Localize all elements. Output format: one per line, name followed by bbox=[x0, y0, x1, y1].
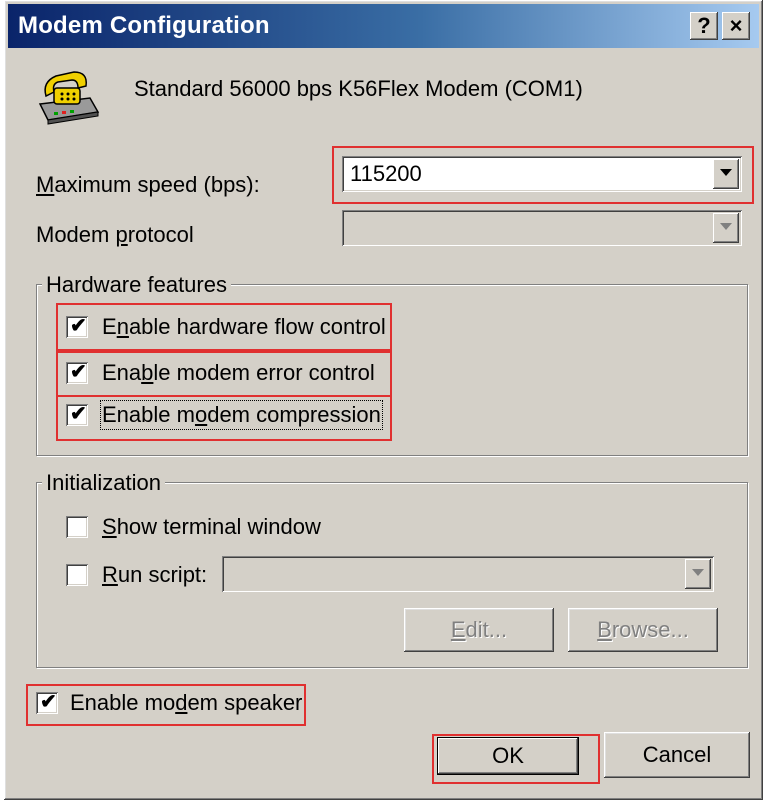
hardware-flow-check[interactable]: ✔ bbox=[66, 315, 88, 338]
hardware-flow-label[interactable]: Enable hardware flow control bbox=[102, 314, 386, 340]
show-terminal-label[interactable]: Show terminal window bbox=[102, 514, 321, 540]
run-script-select[interactable] bbox=[222, 556, 714, 592]
show-terminal-check[interactable] bbox=[66, 516, 88, 538]
title-bar[interactable]: Modem Configuration ? × bbox=[8, 4, 759, 48]
modem-speaker-check[interactable]: ✔ bbox=[36, 691, 58, 714]
checkmark-icon: ✔ bbox=[40, 691, 57, 713]
chevron-down-icon bbox=[692, 569, 704, 576]
run-script-label[interactable]: Run script: bbox=[102, 562, 207, 588]
modem-error-label[interactable]: Enable modem error control bbox=[102, 360, 375, 386]
modem-error-check[interactable]: ✔ bbox=[66, 361, 88, 384]
help-button[interactable]: ? bbox=[690, 12, 718, 40]
chevron-down-icon bbox=[720, 169, 732, 176]
run-script-check[interactable] bbox=[66, 564, 88, 586]
run-script-dropdown-button[interactable] bbox=[685, 559, 711, 589]
checkmark-icon: ✔ bbox=[70, 315, 87, 337]
checkmark-icon: ✔ bbox=[70, 403, 87, 425]
edit-button[interactable]: Edit... bbox=[404, 608, 554, 652]
max-speed-label: Maximum speed (bps): bbox=[36, 172, 260, 197]
telephone-modem-icon bbox=[32, 68, 102, 128]
window-title: Modem Configuration bbox=[18, 12, 270, 39]
close-button[interactable]: × bbox=[722, 12, 750, 40]
modem-protocol-select[interactable] bbox=[342, 210, 742, 246]
modem-configuration-dialog: Modem Configuration ? × Standard 56000 b… bbox=[4, 0, 763, 800]
modem-protocol-dropdown-button[interactable] bbox=[713, 213, 739, 243]
max-speed-select[interactable]: 115200 bbox=[342, 156, 742, 192]
modem-name: Standard 56000 bps K56Flex Modem (COM1) bbox=[134, 76, 583, 101]
modem-compression-label[interactable]: Enable modem compression bbox=[100, 400, 383, 430]
checkmark-icon: ✔ bbox=[70, 361, 87, 383]
modem-protocol-label: Modem protocol bbox=[36, 222, 194, 247]
cancel-button[interactable]: Cancel bbox=[604, 732, 750, 778]
max-speed-value: 115200 bbox=[350, 161, 422, 186]
modem-speaker-label[interactable]: Enable modem speaker bbox=[70, 690, 302, 716]
initialization-title: Initialization bbox=[42, 470, 165, 496]
ok-button[interactable]: OK bbox=[438, 738, 578, 774]
hardware-features-title: Hardware features bbox=[42, 272, 231, 298]
chevron-down-icon bbox=[720, 223, 732, 230]
modem-compression-check[interactable]: ✔ bbox=[66, 403, 88, 426]
max-speed-dropdown-button[interactable] bbox=[713, 159, 739, 189]
browse-button[interactable]: Browse... bbox=[568, 608, 718, 652]
